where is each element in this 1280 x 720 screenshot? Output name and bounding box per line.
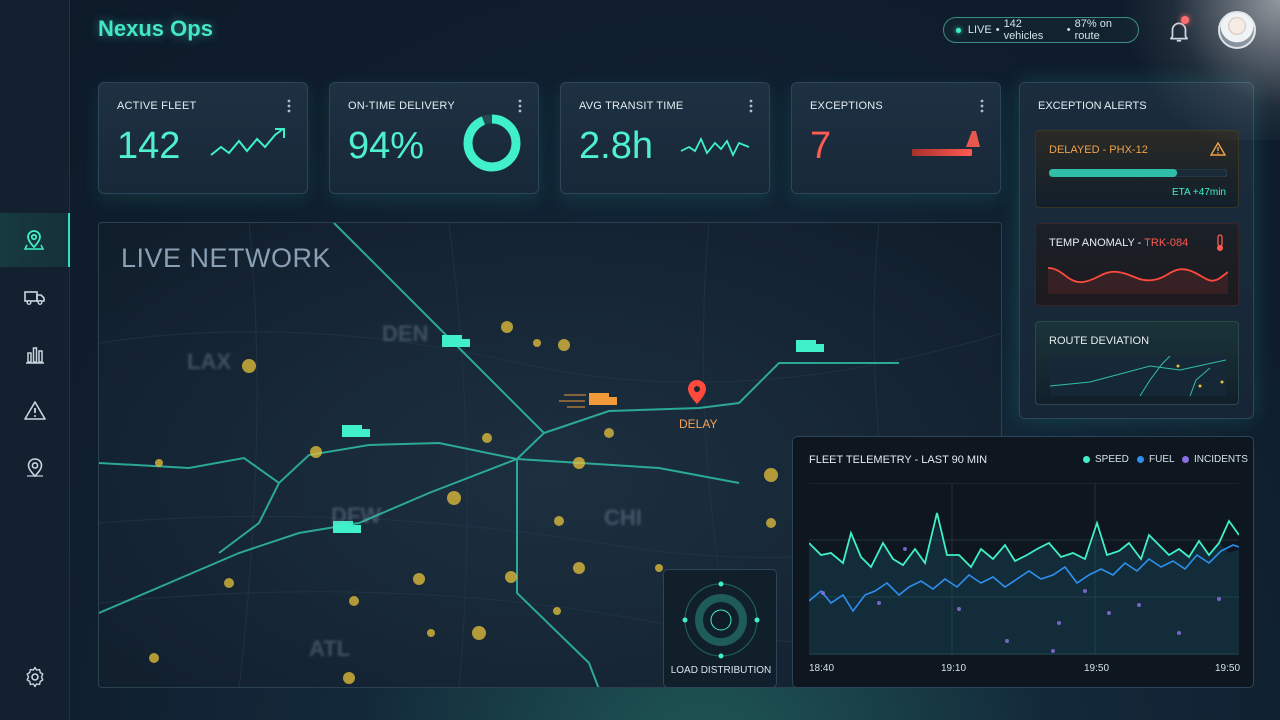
alert-title: TEMP ANOMALY - TRK-084 [1049, 237, 1188, 249]
alert-title-prefix: TEMP ANOMALY - [1049, 237, 1145, 249]
map-title: LIVE NETWORK [121, 243, 332, 273]
eta-progress-bar [1049, 169, 1227, 177]
transit-sparkline [680, 136, 750, 158]
sidebar [0, 0, 70, 720]
more-options-icon[interactable] [518, 99, 522, 113]
sidebar-item-map[interactable] [0, 213, 70, 267]
warning-icon [24, 401, 46, 420]
truck-icon [24, 291, 45, 305]
legend-speed: SPEED [1083, 454, 1129, 465]
route-deviation-minimap [1050, 356, 1226, 396]
live-status-pill[interactable]: LIVE • 142 vehicles • 87% on route [943, 17, 1139, 43]
sidebar-item-analytics[interactable] [0, 327, 70, 381]
kpi-label: EXCEPTIONS [810, 100, 883, 112]
kpi-value: 94% [348, 125, 425, 167]
on-route-percent: 87% on route [1074, 18, 1112, 42]
city-label: ATL [309, 636, 351, 661]
sidebar-item-fleet[interactable] [0, 270, 70, 324]
kpi-value: 7 [810, 125, 832, 167]
kpi-label: ACTIVE FLEET [117, 100, 197, 112]
live-label: LIVE [967, 24, 992, 36]
alert-route-deviation[interactable]: ROUTE DEVIATION [1035, 321, 1239, 405]
kpi-label: AVG TRANSIT TIME [579, 100, 684, 112]
delay-marker-icon [688, 380, 706, 404]
x-tick-label: 19:50 [1215, 663, 1241, 674]
telemetry-plot [809, 483, 1239, 655]
legend-dot [1182, 456, 1189, 463]
kpi-active-fleet[interactable]: ACTIVE FLEET 142 [98, 82, 308, 194]
load-distribution-card[interactable]: LOAD DISTRIBUTION [663, 569, 777, 688]
alert-title: DELAYED - PHX-12 [1049, 144, 1148, 156]
trend-up-sparkline [210, 128, 285, 156]
warning-icon [1210, 142, 1226, 156]
city-label: CHI [604, 505, 642, 530]
app-title: Nexus Ops [98, 16, 213, 41]
sidebar-item-tracking[interactable] [0, 441, 70, 495]
map-pin-icon [23, 230, 45, 250]
location-target-icon [27, 458, 43, 478]
user-avatar[interactable] [1218, 11, 1256, 49]
city-label: DFW [331, 503, 382, 528]
notification-badge [1181, 16, 1189, 24]
kpi-exceptions[interactable]: EXCEPTIONS 7 [791, 82, 1001, 194]
more-options-icon[interactable] [287, 99, 291, 113]
alert-temp-anomaly[interactable]: TEMP ANOMALY - TRK-084 [1035, 223, 1239, 306]
temperature-wave [1048, 267, 1228, 294]
separator: • [995, 24, 1000, 36]
gear-icon [26, 666, 44, 688]
legend-label: FUEL [1149, 454, 1175, 465]
kpi-value: 142 [117, 125, 181, 167]
exception-alerts-panel: EXCEPTION ALERTS DELAYED - PHX-12 ETA +4… [1019, 82, 1254, 419]
legend-incidents: INCIDENTS [1182, 454, 1248, 465]
x-tick-label: 19:50 [1084, 663, 1110, 674]
thermometer-icon [1217, 234, 1223, 251]
radar-icon [682, 581, 760, 659]
city-label: LAX [187, 349, 231, 374]
legend-label: SPEED [1095, 454, 1129, 465]
alert-vehicle-id: TRK-084 [1144, 237, 1189, 249]
exceptions-spike-bar [912, 131, 980, 156]
more-options-icon[interactable] [749, 99, 753, 113]
kpi-on-time-delivery[interactable]: ON-TIME DELIVERY 94% [329, 82, 539, 194]
alert-delayed[interactable]: DELAYED - PHX-12 ETA +47min [1035, 130, 1239, 208]
legend-label: INCIDENTS [1194, 454, 1248, 465]
live-dot-icon [956, 27, 961, 33]
legend-dot [1137, 456, 1144, 463]
alert-title: ROUTE DEVIATION [1049, 335, 1150, 347]
separator: • [1066, 24, 1071, 36]
x-tick-label: 18:40 [809, 663, 835, 674]
city-label: DEN [382, 321, 429, 346]
load-distribution-label: LOAD DISTRIBUTION [670, 665, 772, 676]
on-time-ring-gauge [463, 114, 521, 172]
fleet-telemetry-chart[interactable]: FLEET TELEMETRY - LAST 90 MIN SPEED FUEL… [792, 436, 1254, 688]
eta-text: ETA +47min [1171, 187, 1226, 198]
x-tick-label: 19:10 [941, 663, 967, 674]
more-options-icon[interactable] [980, 99, 984, 113]
legend-dot [1083, 456, 1090, 463]
delay-label: DELAY [679, 417, 718, 431]
sidebar-item-alerts[interactable] [0, 384, 70, 438]
kpi-avg-transit-time[interactable]: AVG TRANSIT TIME 2.8h [560, 82, 770, 194]
chart-title: FLEET TELEMETRY - LAST 90 MIN [809, 454, 988, 466]
legend-fuel: FUEL [1137, 454, 1175, 465]
kpi-label: ON-TIME DELIVERY [348, 100, 455, 112]
sidebar-item-settings[interactable] [0, 650, 70, 704]
kpi-value: 2.8h [579, 125, 653, 167]
panel-heading: EXCEPTION ALERTS [1038, 100, 1147, 112]
bar-chart-icon [26, 347, 44, 364]
vehicle-count: 142 vehicles [1003, 18, 1044, 42]
